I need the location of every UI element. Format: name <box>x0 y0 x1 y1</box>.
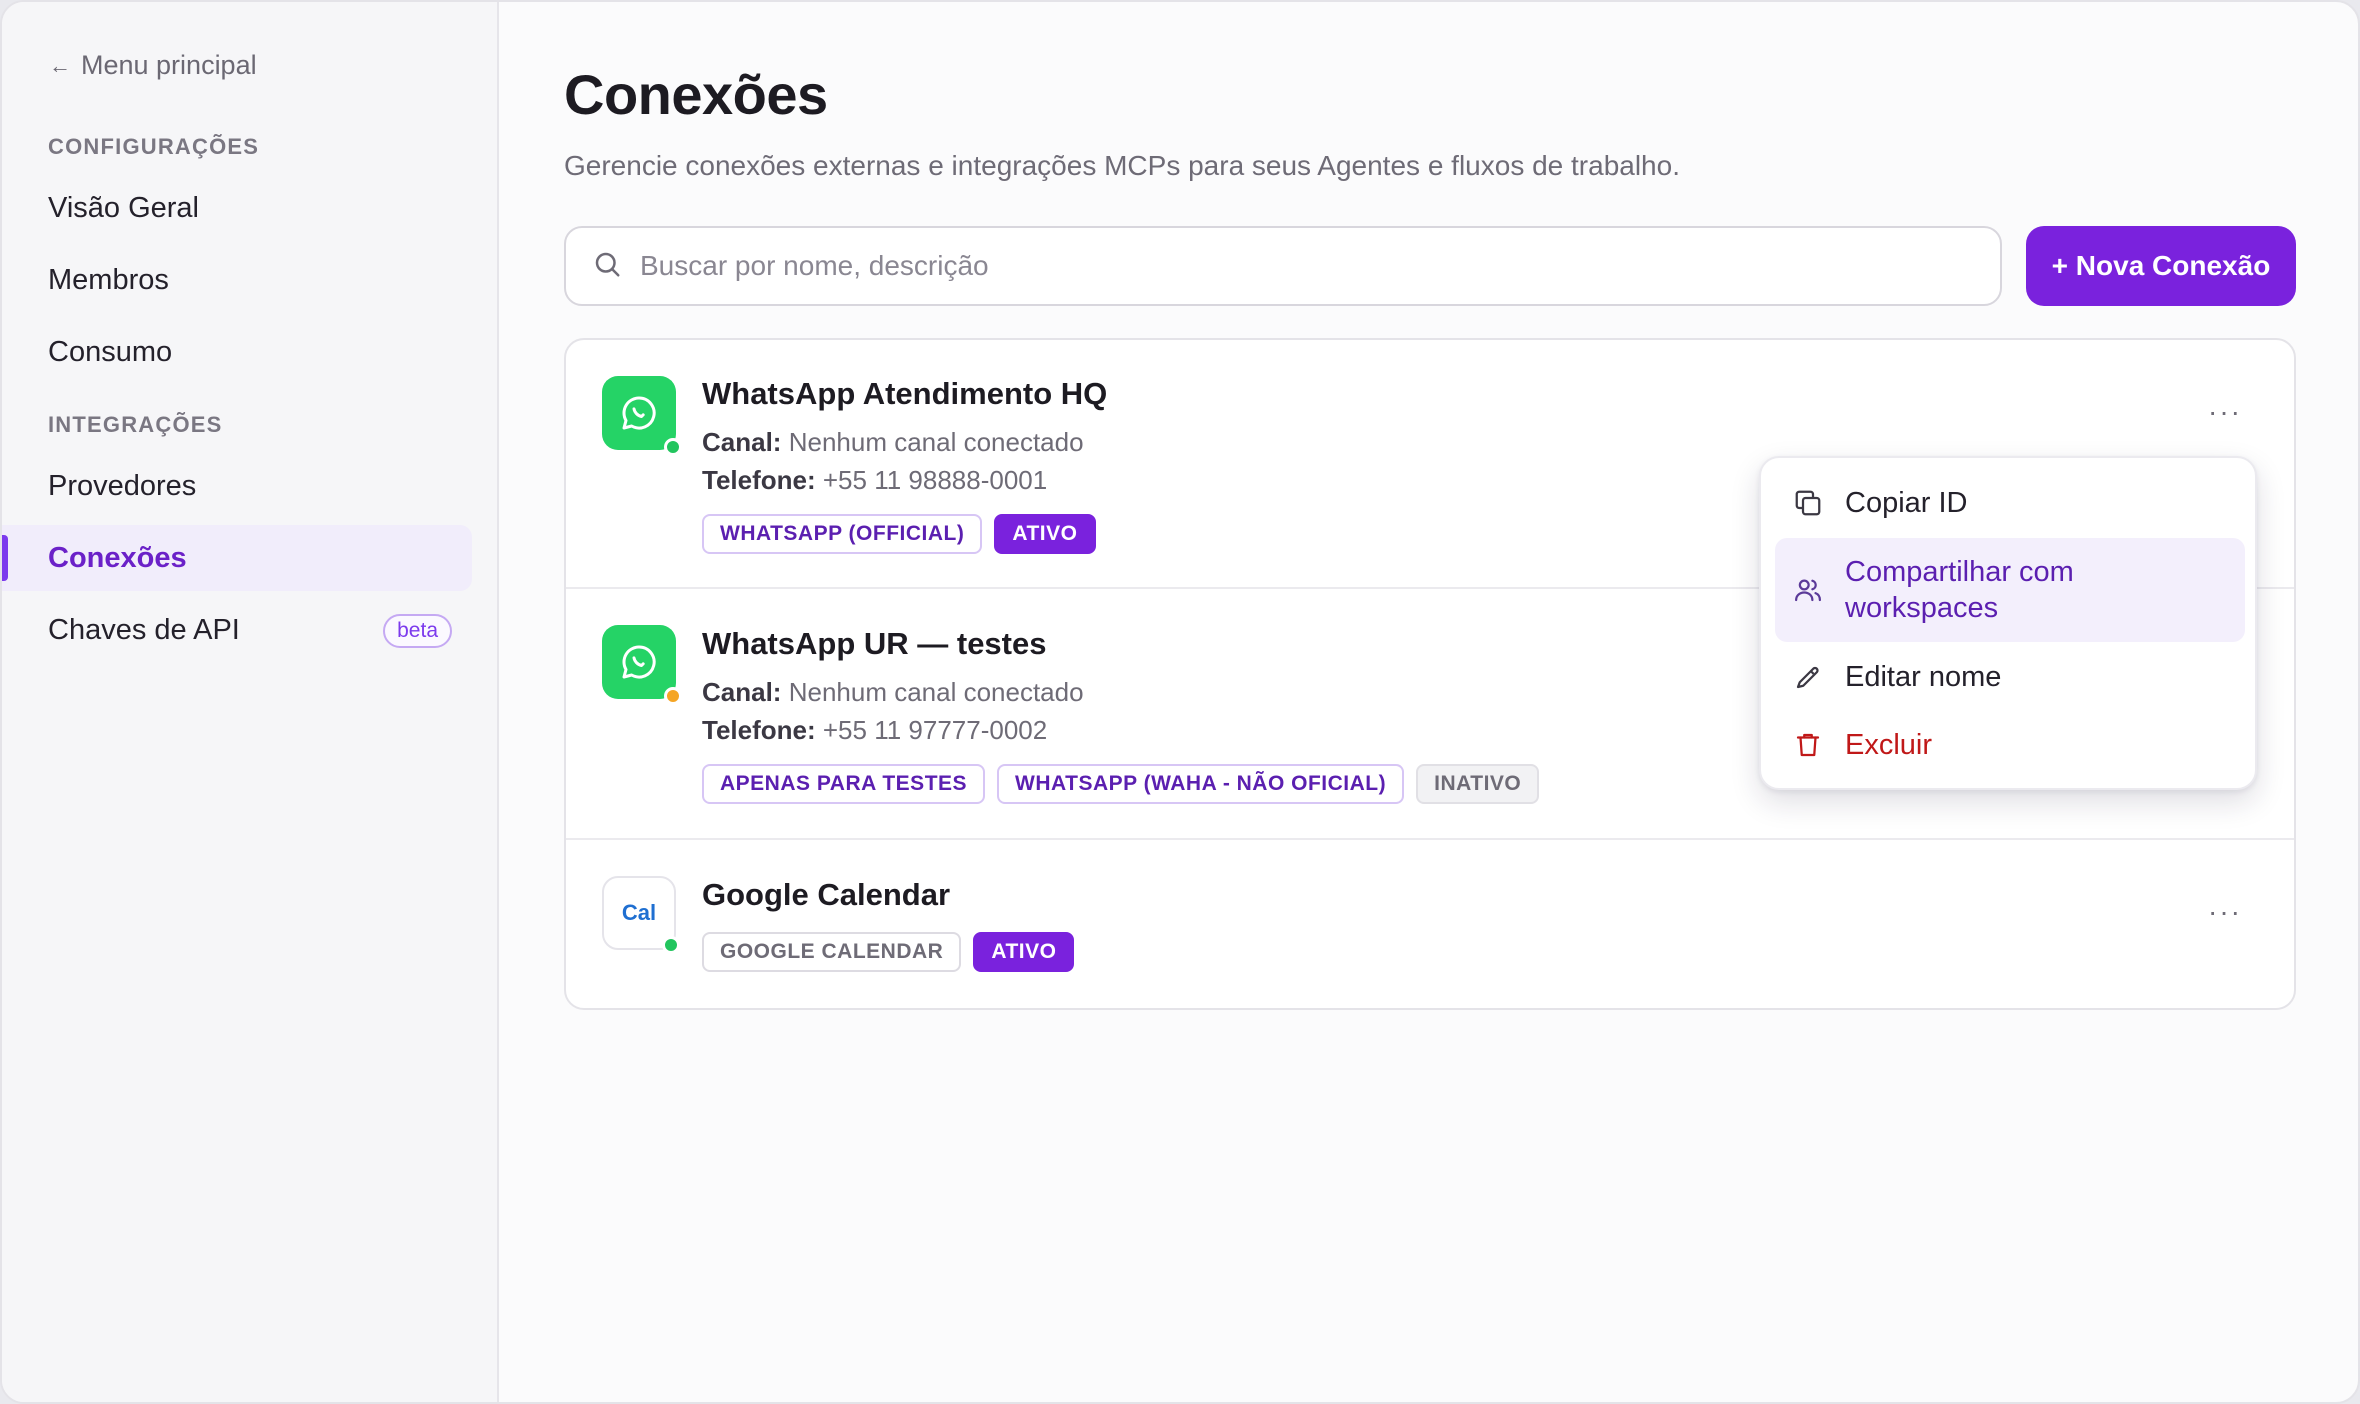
page-title: Conexões <box>564 63 828 126</box>
section-label-config: CONFIGURAÇÕES <box>48 134 260 159</box>
app-window: ← Menu principal CONFIGURAÇÕES Visão Ger… <box>0 0 2360 1404</box>
channel-value: Nenhum canal conectado <box>788 677 1084 707</box>
status-badge: ATIVO <box>994 514 1096 554</box>
status-dot-active <box>664 438 682 456</box>
sidebar: ← Menu principal CONFIGURAÇÕES Visão Ger… <box>2 2 499 1402</box>
tag-testing: APENAS PARA TESTES <box>702 764 986 804</box>
beta-badge: beta <box>383 614 452 648</box>
whatsapp-icon <box>602 625 682 705</box>
menu-item-rename[interactable]: Editar nome <box>1775 646 2245 708</box>
back-link-label: Menu principal <box>81 50 257 80</box>
sidebar-item-providers[interactable]: Provedores <box>2 453 472 519</box>
section-label-integrations: INTEGRAÇÕES <box>48 412 223 437</box>
more-icon[interactable]: ··· <box>2208 396 2242 428</box>
connection-channel: Canal: Nenhum canal conectado <box>702 427 1084 458</box>
calendar-icon: Cal <box>602 876 680 954</box>
sidebar-item-label: Membros <box>48 263 169 296</box>
sidebar-item-api-keys[interactable]: Chaves de API beta <box>2 597 472 663</box>
menu-item-copy-id[interactable]: Copiar ID <box>1775 472 2245 534</box>
copy-icon <box>1793 486 1827 520</box>
phone-label: Telefone: <box>702 715 816 745</box>
menu-item-label: Excluir <box>1845 728 1933 761</box>
phone-value: +55 11 97777-0002 <box>822 715 1048 745</box>
sidebar-item-overview[interactable]: Visão Geral <box>2 175 472 241</box>
sidebar-item-label: Conexões <box>48 541 187 574</box>
phone-value: +55 11 98888-0001 <box>822 465 1048 495</box>
menu-item-label: Copiar ID <box>1845 486 1968 519</box>
search-input[interactable] <box>640 250 1940 282</box>
sidebar-item-label: Provedores <box>48 469 197 502</box>
channel-label: Canal: <box>702 677 782 707</box>
users-icon <box>1793 573 1827 607</box>
channel-label: Canal: <box>702 427 782 457</box>
status-badge: INATIVO <box>1416 764 1540 804</box>
new-connection-button[interactable]: + Nova Conexão <box>2026 226 2296 306</box>
tag-provider: GOOGLE CALENDAR <box>702 932 962 972</box>
connection-phone: Telefone: +55 11 97777-0002 <box>702 715 1047 746</box>
channel-value: Nenhum canal conectado <box>788 427 1084 457</box>
trash-icon <box>1793 728 1827 762</box>
connection-channel: Canal: Nenhum canal conectado <box>702 677 1084 708</box>
sidebar-item-label: Visão Geral <box>48 191 199 224</box>
tag-provider: WHATSAPP (WAHA - NÃO OFICIAL) <box>997 764 1405 804</box>
status-dot-active <box>662 936 680 954</box>
search-box[interactable] <box>564 226 2002 306</box>
sidebar-item-members[interactable]: Membros <box>2 247 472 313</box>
page-subtitle: Gerencie conexões externas e integrações… <box>564 150 1680 181</box>
status-badge: ATIVO <box>973 932 1075 972</box>
tag-list: GOOGLE CALENDAR ATIVO <box>702 932 1075 972</box>
sidebar-item-usage[interactable]: Consumo <box>2 319 472 385</box>
menu-item-label: Editar nome <box>1845 660 2002 693</box>
sidebar-item-label: Consumo <box>48 335 173 368</box>
menu-item-delete[interactable]: Excluir <box>1775 714 2245 776</box>
connection-phone: Telefone: +55 11 98888-0001 <box>702 465 1047 496</box>
connection-name: WhatsApp Atendimento HQ <box>702 376 1108 411</box>
pencil-icon <box>1793 660 1827 694</box>
whatsapp-icon <box>602 376 682 456</box>
more-icon[interactable]: ··· <box>2208 896 2242 928</box>
tag-list: WHATSAPP (OFFICIAL) ATIVO <box>702 514 1096 554</box>
status-dot-warning <box>664 687 682 705</box>
tag-list: APENAS PARA TESTES WHATSAPP (WAHA - NÃO … <box>702 764 1540 804</box>
sidebar-item-label: Chaves de API <box>48 613 240 646</box>
tag-provider: WHATSAPP (OFFICIAL) <box>702 514 983 554</box>
sidebar-item-connections[interactable]: Conexões <box>2 525 472 591</box>
connection-actions-menu: Copiar ID Compartilhar com workspaces Ed… <box>1759 456 2257 790</box>
connection-name: Google Calendar <box>702 877 951 912</box>
menu-item-label: Compartilhar com workspaces <box>1845 556 2074 624</box>
search-icon <box>592 249 622 284</box>
arrow-left-icon: ← <box>49 52 71 78</box>
phone-label: Telefone: <box>702 465 816 495</box>
menu-item-share-workspaces[interactable]: Compartilhar com workspaces <box>1775 538 2245 642</box>
back-to-main-menu-link[interactable]: ← Menu principal <box>49 50 257 81</box>
list-item[interactable]: Cal Google Calendar GOOGLE CALENDAR ATIV… <box>566 840 2294 1008</box>
connection-name: WhatsApp UR — testes <box>702 626 1047 661</box>
